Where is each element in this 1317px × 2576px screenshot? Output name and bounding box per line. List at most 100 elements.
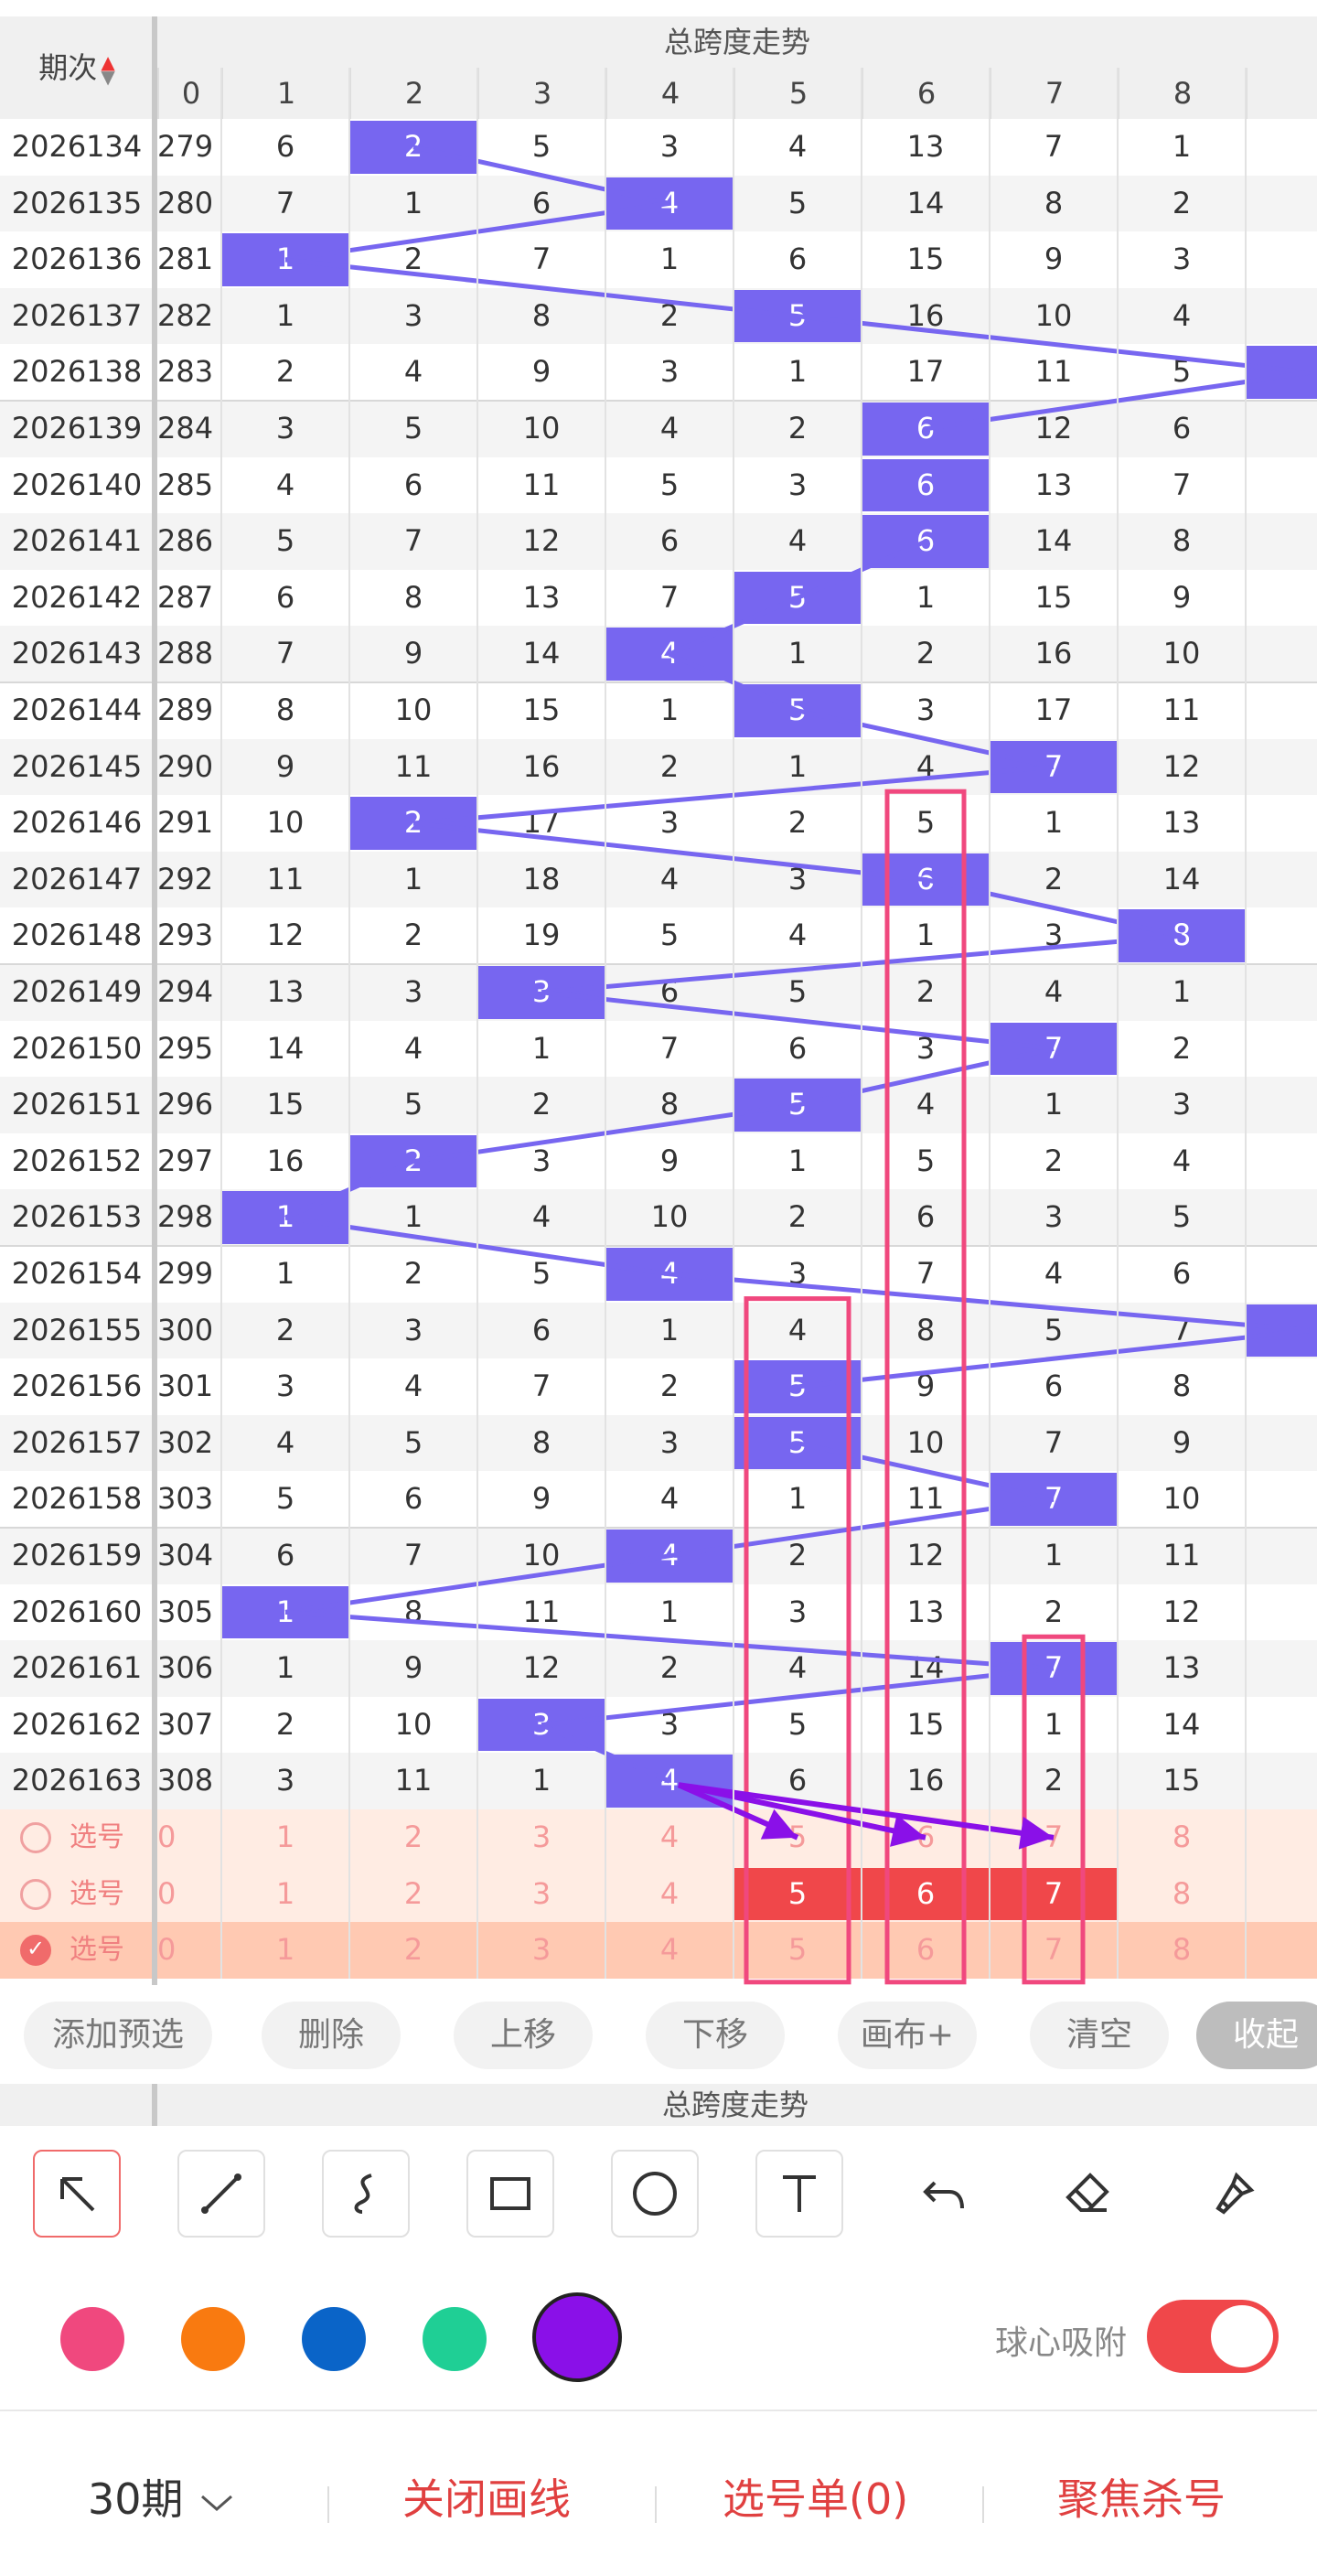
data-cell: 1 [403, 861, 423, 896]
hit-cell: 8 [1118, 909, 1246, 962]
add-preselect-button[interactable]: 添加预选 [24, 2002, 212, 2069]
selectable-number[interactable]: 2 [349, 1811, 477, 1864]
selectable-number[interactable]: 3 [477, 1811, 605, 1864]
curve-tool[interactable] [322, 2150, 410, 2238]
selectable-number[interactable]: 7 [990, 1924, 1118, 1977]
move-down-button[interactable]: 下移 [646, 2002, 785, 2069]
selectable-number[interactable]: 5 [733, 1924, 862, 1977]
data-cell: 286 [157, 523, 214, 559]
selectable-number[interactable]: 4 [605, 1811, 733, 1864]
selectable-number[interactable]: 4 [605, 1868, 733, 1921]
text-tool[interactable] [755, 2150, 843, 2238]
color-swatch-purple[interactable] [532, 2292, 622, 2382]
selectable-number[interactable]: 0 [157, 1811, 221, 1864]
rectangle-tool[interactable] [466, 2150, 554, 2238]
color-swatch-blue[interactable] [302, 2307, 366, 2371]
clear-button[interactable]: 清空 [1030, 2002, 1169, 2069]
snap-toggle[interactable] [1147, 2300, 1279, 2373]
color-swatch-green[interactable] [423, 2307, 487, 2371]
pointer-tool[interactable] [33, 2150, 121, 2238]
focus-kill-button[interactable]: 聚焦杀号 [1057, 2466, 1226, 2527]
data-cell: 308 [157, 1763, 214, 1798]
circle-tool[interactable] [611, 2150, 699, 2238]
checkbox-checked-icon[interactable] [20, 1935, 51, 1967]
data-cell: 2 [403, 1256, 423, 1291]
selection-list-button[interactable]: 选号单(0) [723, 2466, 908, 2527]
data-cell: 1 [787, 354, 808, 390]
data-cell: 5 [403, 1087, 423, 1122]
data-cell: 8 [1172, 1368, 1192, 1404]
chevron-down-icon [201, 2495, 233, 2511]
selected-number[interactable]: 7 [990, 1867, 1118, 1921]
period-cell: 2026151 [11, 1087, 143, 1122]
hit-cell: 7 [990, 1642, 1118, 1695]
data-cell: 5 [787, 974, 808, 1009]
selectable-number[interactable]: 1 [221, 1811, 349, 1864]
selectable-number[interactable]: 6 [862, 1811, 990, 1864]
data-cell: 289 [157, 692, 214, 727]
data-cell: 10 [906, 1424, 945, 1460]
selectable-number[interactable]: 8 [1118, 1924, 1246, 1977]
selectable-number[interactable]: 1 [221, 1868, 349, 1921]
selectable-number[interactable]: 7 [990, 1811, 1118, 1864]
data-cell: 7 [275, 185, 295, 220]
selectable-number[interactable]: 2 [349, 1924, 477, 1977]
period-cell: 2026142 [11, 579, 143, 615]
period-cell: 2026150 [11, 1030, 143, 1066]
eraser-tool[interactable] [1044, 2150, 1132, 2238]
data-cell: 9 [1044, 242, 1064, 277]
clear-brush-tool[interactable] [1189, 2150, 1277, 2238]
data-cell: 15 [906, 1706, 945, 1742]
data-cell: 5 [531, 129, 551, 164]
data-cell: 5 [1172, 354, 1192, 390]
move-up-button[interactable]: 上移 [454, 2002, 593, 2069]
undo-tool[interactable] [900, 2150, 988, 2238]
selectable-number[interactable]: 0 [157, 1868, 221, 1921]
selectable-number[interactable]: 3 [477, 1868, 605, 1921]
data-cell: 7 [403, 1538, 423, 1572]
canvas-plus-button[interactable]: 画布+ [838, 2002, 977, 2069]
color-swatch-orange[interactable] [181, 2307, 245, 2371]
period-header[interactable]: 期次 ▲ ▼ [0, 16, 154, 119]
selectable-number[interactable]: 4 [605, 1924, 733, 1977]
circle-icon [633, 2172, 677, 2216]
color-palette: 球心吸附 [0, 2265, 1317, 2411]
selectable-number[interactable]: 2 [349, 1868, 477, 1921]
data-cell: 6 [1172, 1256, 1192, 1291]
selected-number[interactable]: 6 [862, 1867, 990, 1921]
radio-icon[interactable] [20, 1822, 51, 1853]
data-cell: 12 [906, 1538, 945, 1572]
data-cell: 1 [1172, 974, 1192, 1009]
selectable-number[interactable]: 6 [862, 1924, 990, 1977]
period-cell: 2026135 [11, 185, 143, 220]
hit-cell: 6 [862, 458, 990, 512]
line-tool[interactable] [177, 2150, 265, 2238]
data-cell: 305 [157, 1594, 214, 1629]
data-cell: 10 [1162, 1481, 1201, 1517]
bottom-divider [982, 2486, 984, 2523]
sort-icon[interactable]: ▲ ▼ [101, 53, 114, 86]
radio-icon[interactable] [20, 1878, 51, 1910]
delete-button[interactable]: 删除 [262, 2002, 401, 2069]
data-cell: 4 [275, 467, 295, 502]
data-cell: 6 [1044, 1368, 1064, 1404]
data-cell: 15 [1162, 1763, 1201, 1798]
selectable-number[interactable]: 5 [733, 1811, 862, 1864]
close-lines-button[interactable]: 关闭画线 [402, 2466, 571, 2527]
selectable-number[interactable]: 8 [1118, 1811, 1246, 1864]
selectable-number[interactable]: 3 [477, 1924, 605, 1977]
data-cell: 1 [403, 185, 423, 220]
selected-number[interactable]: 5 [733, 1867, 862, 1921]
data-cell: 3 [659, 805, 680, 841]
data-cell: 10 [1162, 636, 1201, 671]
selectable-number[interactable]: 1 [221, 1924, 349, 1977]
selectable-number[interactable]: 8 [1118, 1868, 1246, 1921]
data-cell: 1 [275, 297, 295, 333]
period-select[interactable]: 30期 [88, 2466, 237, 2527]
hit-cell: 5 [733, 1079, 862, 1132]
data-cell: 4 [1044, 974, 1064, 1009]
collapse-button[interactable]: 收起 [1196, 2002, 1317, 2069]
data-cell: 8 [403, 1594, 423, 1629]
selectable-number[interactable]: 0 [157, 1924, 221, 1977]
color-swatch-pink[interactable] [60, 2307, 124, 2371]
